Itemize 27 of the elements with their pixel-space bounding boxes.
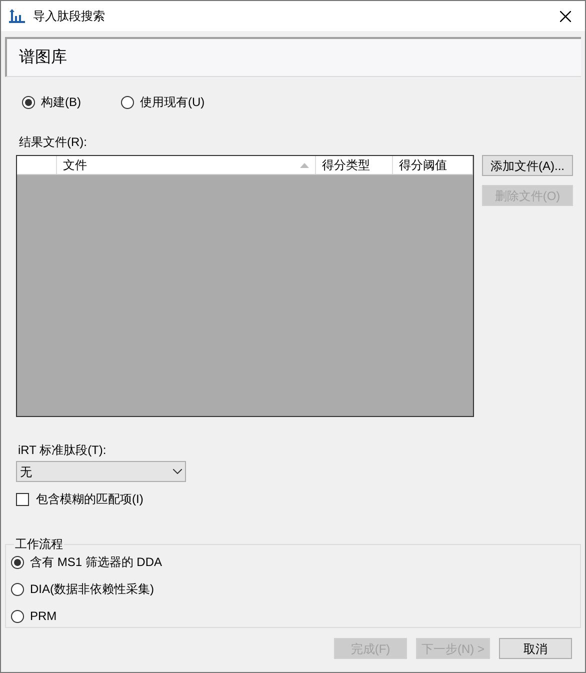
column-header[interactable]: 文件	[57, 156, 316, 174]
page-heading: 谱图库	[19, 48, 67, 68]
dialog-button[interactable]: 添加文件(A)...	[482, 155, 573, 176]
irt-dropdown[interactable]: 无	[16, 461, 186, 482]
bar-chart-icon	[9, 9, 25, 23]
radio-label[interactable]: 使用现有(U)	[140, 93, 205, 111]
radio-button[interactable]	[11, 610, 24, 622]
radio-label[interactable]: 含有 MS1 筛选器的 DDA	[30, 553, 162, 571]
field-label: 结果文件(R):	[19, 134, 88, 151]
chevron-down-icon	[173, 469, 182, 474]
group-title: 工作流程	[14, 536, 64, 552]
sort-arrow-icon	[300, 162, 309, 168]
column-header[interactable]: 得分阈值	[393, 156, 473, 174]
window-title: 导入肽段搜索	[33, 8, 106, 25]
column-header[interactable]: 得分类型	[316, 156, 393, 174]
radio-button[interactable]	[121, 96, 134, 108]
radio-button[interactable]	[22, 96, 35, 108]
radio-button[interactable]	[11, 556, 24, 568]
radio-label[interactable]: 构建(B)	[41, 93, 81, 111]
radio-button[interactable]	[11, 582, 24, 596]
radio-label[interactable]: DIA(数据非依赖性采集)	[30, 580, 154, 598]
checkbox[interactable]	[16, 492, 29, 506]
dialog-button[interactable]: 取消	[499, 638, 572, 659]
close-icon[interactable]	[560, 10, 571, 22]
radio-label[interactable]: PRM	[30, 607, 57, 625]
field-label: iRT 标准肽段(T):	[18, 442, 108, 459]
checkbox-label[interactable]: 包含模糊的匹配项(I)	[36, 490, 144, 508]
